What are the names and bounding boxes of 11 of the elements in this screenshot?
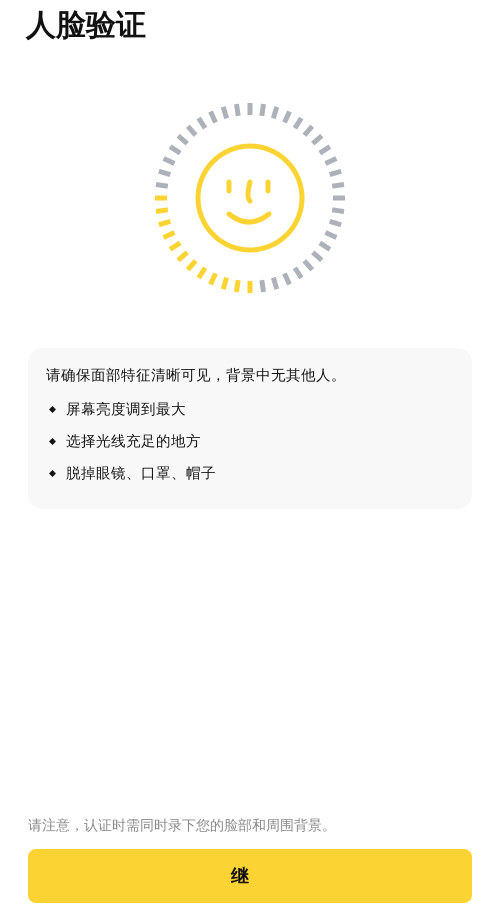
tip-item: 选择光线充足的地方 (66, 432, 201, 450)
notice-text: 请注意，认证时需同时录下您的脸部和周围背景。 (28, 817, 337, 835)
bullet-icon (49, 438, 56, 444)
continue-button[interactable]: 继 (28, 849, 472, 903)
tip-item: 脱掉眼镜、口罩、帽子 (66, 464, 216, 482)
smiley-face-icon (196, 144, 304, 252)
tips-heading: 请确保面部特征清晰可见，背景中无其他人。 (46, 366, 347, 385)
bullet-icon (49, 406, 56, 412)
bullet-icon (49, 470, 56, 476)
page-title: 人脸验证 (26, 7, 147, 45)
tip-item: 屏幕亮度调到最大 (66, 400, 186, 418)
